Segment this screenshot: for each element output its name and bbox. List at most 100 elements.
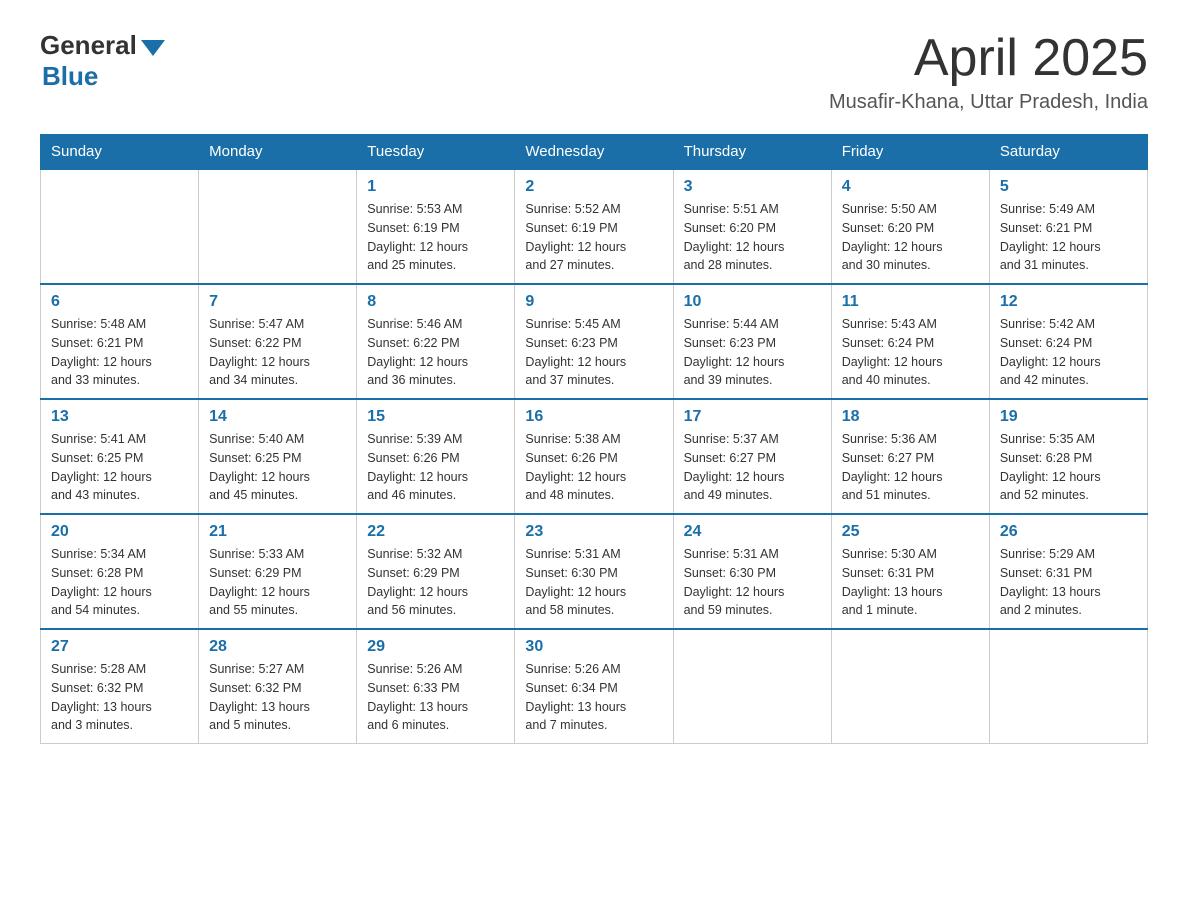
- calendar-cell: 3 Sunrise: 5:51 AM Sunset: 6:20 PM Daylig…: [673, 169, 831, 284]
- calendar-cell: 24 Sunrise: 5:31 AM Sunset: 6:30 PM Dayli…: [673, 514, 831, 629]
- day-number: 11: [842, 293, 979, 311]
- calendar-cell: 2 Sunrise: 5:52 AM Sunset: 6:19 PM Daylig…: [515, 169, 673, 284]
- weekday-header-tuesday: Tuesday: [357, 135, 515, 170]
- calendar-cell: 20 Sunrise: 5:34 AM Sunset: 6:28 PM Dayli…: [41, 514, 199, 629]
- day-info: Sunrise: 5:34 AM Sunset: 6:28 PM Dayligh…: [51, 545, 188, 620]
- day-info: Sunrise: 5:36 AM Sunset: 6:27 PM Dayligh…: [842, 430, 979, 505]
- calendar-cell: 18 Sunrise: 5:36 AM Sunset: 6:27 PM Dayli…: [831, 399, 989, 514]
- calendar-table: SundayMondayTuesdayWednesdayThursdayFrid…: [40, 134, 1148, 744]
- day-info: Sunrise: 5:45 AM Sunset: 6:23 PM Dayligh…: [525, 315, 662, 390]
- day-number: 30: [525, 638, 662, 656]
- calendar-cell: 4 Sunrise: 5:50 AM Sunset: 6:20 PM Daylig…: [831, 169, 989, 284]
- calendar-cell: [199, 169, 357, 284]
- day-info: Sunrise: 5:47 AM Sunset: 6:22 PM Dayligh…: [209, 315, 346, 390]
- week-row-5: 27 Sunrise: 5:28 AM Sunset: 6:32 PM Dayli…: [41, 629, 1148, 744]
- day-number: 3: [684, 178, 821, 196]
- calendar-cell: 9 Sunrise: 5:45 AM Sunset: 6:23 PM Daylig…: [515, 284, 673, 399]
- day-info: Sunrise: 5:26 AM Sunset: 6:33 PM Dayligh…: [367, 660, 504, 735]
- day-info: Sunrise: 5:32 AM Sunset: 6:29 PM Dayligh…: [367, 545, 504, 620]
- day-info: Sunrise: 5:27 AM Sunset: 6:32 PM Dayligh…: [209, 660, 346, 735]
- day-info: Sunrise: 5:53 AM Sunset: 6:19 PM Dayligh…: [367, 200, 504, 275]
- day-info: Sunrise: 5:52 AM Sunset: 6:19 PM Dayligh…: [525, 200, 662, 275]
- day-info: Sunrise: 5:48 AM Sunset: 6:21 PM Dayligh…: [51, 315, 188, 390]
- week-row-1: 1 Sunrise: 5:53 AM Sunset: 6:19 PM Daylig…: [41, 169, 1148, 284]
- day-number: 28: [209, 638, 346, 656]
- weekday-header-saturday: Saturday: [989, 135, 1147, 170]
- calendar-cell: 21Sunrise: 5:33 AM Sunset: 6:29 PM Dayli…: [199, 514, 357, 629]
- day-info: Sunrise: 5:43 AM Sunset: 6:24 PM Dayligh…: [842, 315, 979, 390]
- calendar-cell: 12Sunrise: 5:42 AM Sunset: 6:24 PM Dayli…: [989, 284, 1147, 399]
- day-number: 29: [367, 638, 504, 656]
- day-number: 16: [525, 408, 662, 426]
- day-number: 13: [51, 408, 188, 426]
- day-info: Sunrise: 5:37 AM Sunset: 6:27 PM Dayligh…: [684, 430, 821, 505]
- logo-blue-text: Blue: [42, 61, 98, 92]
- day-info: Sunrise: 5:26 AM Sunset: 6:34 PM Dayligh…: [525, 660, 662, 735]
- location-subtitle: Musafir-Khana, Uttar Pradesh, India: [829, 91, 1148, 114]
- logo-general-text: General: [40, 30, 137, 61]
- week-row-3: 13Sunrise: 5:41 AM Sunset: 6:25 PM Dayli…: [41, 399, 1148, 514]
- calendar-cell: 19 Sunrise: 5:35 AM Sunset: 6:28 PM Dayli…: [989, 399, 1147, 514]
- day-info: Sunrise: 5:33 AM Sunset: 6:29 PM Dayligh…: [209, 545, 346, 620]
- calendar-cell: 7 Sunrise: 5:47 AM Sunset: 6:22 PM Daylig…: [199, 284, 357, 399]
- day-number: 9: [525, 293, 662, 311]
- calendar-cell: 14 Sunrise: 5:40 AM Sunset: 6:25 PM Dayli…: [199, 399, 357, 514]
- calendar-cell: [831, 629, 989, 744]
- day-info: Sunrise: 5:49 AM Sunset: 6:21 PM Dayligh…: [1000, 200, 1137, 275]
- month-title: April 2025: [829, 30, 1148, 87]
- logo-line1: General: [40, 30, 165, 61]
- day-number: 5: [1000, 178, 1137, 196]
- calendar-cell: [989, 629, 1147, 744]
- weekday-header-friday: Friday: [831, 135, 989, 170]
- calendar-cell: 5 Sunrise: 5:49 AM Sunset: 6:21 PM Daylig…: [989, 169, 1147, 284]
- day-number: 14: [209, 408, 346, 426]
- calendar-cell: 15Sunrise: 5:39 AM Sunset: 6:26 PM Dayli…: [357, 399, 515, 514]
- day-number: 8: [367, 293, 504, 311]
- day-info: Sunrise: 5:31 AM Sunset: 6:30 PM Dayligh…: [684, 545, 821, 620]
- day-number: 22: [367, 523, 504, 541]
- weekday-header-wednesday: Wednesday: [515, 135, 673, 170]
- day-number: 7: [209, 293, 346, 311]
- day-info: Sunrise: 5:50 AM Sunset: 6:20 PM Dayligh…: [842, 200, 979, 275]
- day-number: 26: [1000, 523, 1137, 541]
- weekday-header-thursday: Thursday: [673, 135, 831, 170]
- day-number: 27: [51, 638, 188, 656]
- weekday-header-monday: Monday: [199, 135, 357, 170]
- day-info: Sunrise: 5:31 AM Sunset: 6:30 PM Dayligh…: [525, 545, 662, 620]
- calendar-cell: 23Sunrise: 5:31 AM Sunset: 6:30 PM Dayli…: [515, 514, 673, 629]
- day-number: 17: [684, 408, 821, 426]
- week-row-4: 20 Sunrise: 5:34 AM Sunset: 6:28 PM Dayli…: [41, 514, 1148, 629]
- day-info: Sunrise: 5:46 AM Sunset: 6:22 PM Dayligh…: [367, 315, 504, 390]
- logo-triangle-icon: [141, 40, 165, 56]
- day-number: 12: [1000, 293, 1137, 311]
- day-number: 1: [367, 178, 504, 196]
- calendar-cell: 13Sunrise: 5:41 AM Sunset: 6:25 PM Dayli…: [41, 399, 199, 514]
- day-info: Sunrise: 5:40 AM Sunset: 6:25 PM Dayligh…: [209, 430, 346, 505]
- calendar-cell: 1 Sunrise: 5:53 AM Sunset: 6:19 PM Daylig…: [357, 169, 515, 284]
- day-number: 2: [525, 178, 662, 196]
- day-info: Sunrise: 5:51 AM Sunset: 6:20 PM Dayligh…: [684, 200, 821, 275]
- calendar-cell: 10Sunrise: 5:44 AM Sunset: 6:23 PM Dayli…: [673, 284, 831, 399]
- day-number: 24: [684, 523, 821, 541]
- day-number: 6: [51, 293, 188, 311]
- title-block: April 2025 Musafir-Khana, Uttar Pradesh,…: [829, 30, 1148, 114]
- weekday-header-row: SundayMondayTuesdayWednesdayThursdayFrid…: [41, 135, 1148, 170]
- calendar-cell: 29 Sunrise: 5:26 AM Sunset: 6:33 PM Dayli…: [357, 629, 515, 744]
- calendar-cell: 27 Sunrise: 5:28 AM Sunset: 6:32 PM Dayli…: [41, 629, 199, 744]
- calendar-cell: 26 Sunrise: 5:29 AM Sunset: 6:31 PM Dayli…: [989, 514, 1147, 629]
- day-info: Sunrise: 5:28 AM Sunset: 6:32 PM Dayligh…: [51, 660, 188, 735]
- day-number: 20: [51, 523, 188, 541]
- page-header: General Blue April 2025 Musafir-Khana, U…: [40, 30, 1148, 114]
- day-info: Sunrise: 5:30 AM Sunset: 6:31 PM Dayligh…: [842, 545, 979, 620]
- day-number: 18: [842, 408, 979, 426]
- calendar-cell: 22 Sunrise: 5:32 AM Sunset: 6:29 PM Dayli…: [357, 514, 515, 629]
- calendar-cell: [673, 629, 831, 744]
- day-info: Sunrise: 5:39 AM Sunset: 6:26 PM Dayligh…: [367, 430, 504, 505]
- day-number: 4: [842, 178, 979, 196]
- calendar-cell: 28 Sunrise: 5:27 AM Sunset: 6:32 PM Dayli…: [199, 629, 357, 744]
- day-number: 19: [1000, 408, 1137, 426]
- day-info: Sunrise: 5:29 AM Sunset: 6:31 PM Dayligh…: [1000, 545, 1137, 620]
- day-number: 10: [684, 293, 821, 311]
- day-info: Sunrise: 5:35 AM Sunset: 6:28 PM Dayligh…: [1000, 430, 1137, 505]
- logo: General Blue: [40, 30, 165, 92]
